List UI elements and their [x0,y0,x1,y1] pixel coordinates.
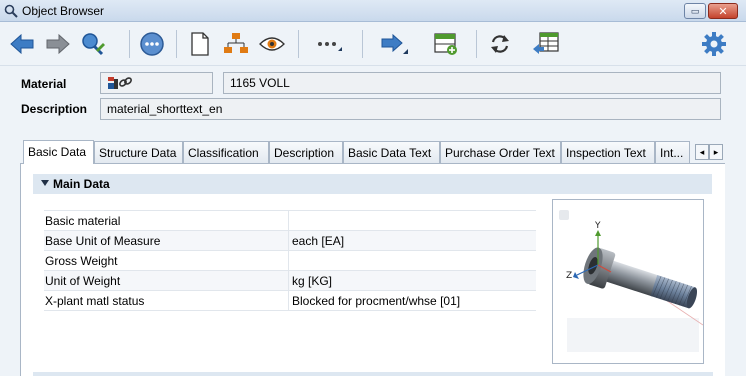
ellipsis-circle-icon [140,32,164,56]
tab-structure-data[interactable]: Structure Data [94,141,183,163]
tab-internal[interactable]: Int... [655,141,690,163]
basic-data-panel: Main Data Basic material Base Unit of Me… [20,164,725,376]
title-bar: Object Browser ▭ ✕ [0,0,746,22]
table-row: Gross Weight [44,251,536,271]
minimize-icon: ▭ [690,5,700,16]
tab-label: Basic Data [28,145,87,159]
tab-inspection-text[interactable]: Inspection Text [561,141,655,163]
forward-button[interactable] [44,30,72,58]
new-document-button[interactable] [186,30,214,58]
export-table-icon [533,32,559,54]
table-row: Basic material [44,211,536,231]
window-title: Object Browser [22,4,105,18]
tab-scroll-left-button[interactable]: ◂ [695,144,709,160]
tab-label: Int... [660,146,684,160]
row-label: Basic material [44,211,289,231]
row-label: Base Unit of Measure [44,231,289,251]
axis-y-label: Y [594,221,601,231]
collapse-arrow-icon [41,180,49,186]
row-value [290,251,536,271]
3d-preview[interactable]: Y Z [552,199,704,364]
row-value: each [EA] [292,234,345,248]
material-type-field [100,72,213,94]
main-data-table: Basic material Base Unit of Measure each… [44,200,536,311]
eye-icon [259,37,285,51]
minimize-button[interactable]: ▭ [684,3,706,19]
tab-basic-data[interactable]: Basic Data [23,140,94,164]
tab-label: Description [274,146,335,160]
tab-label: Basic Data Text [348,146,432,160]
refresh-button[interactable] [486,30,514,58]
close-button[interactable]: ✕ [708,3,738,19]
document-icon [191,32,209,56]
row-value: Blocked for procment/whse [01] [292,294,461,308]
table-row: X-plant matl status Blocked for procment… [44,291,536,311]
arrow-left-icon [10,33,34,55]
description-label: Description [21,102,88,116]
table-row [44,200,536,211]
menu-button[interactable] [314,30,342,58]
structure-button[interactable] [222,30,250,58]
export-button[interactable] [532,30,560,58]
dots-icon [318,42,342,51]
row-label: X-plant matl status [44,291,289,311]
tab-bar: Basic Data Structure Data Classification… [20,140,725,164]
tab-label: Structure Data [99,146,177,160]
section-title: Main Data [53,177,110,191]
material-label: Material [21,77,67,91]
close-icon: ✕ [718,5,728,18]
view-button[interactable] [258,30,286,58]
arrow-right-blue-icon [381,33,408,54]
row-value: kg [KG] [292,274,333,288]
table-row: Base Unit of Measure each [EA] [44,231,536,251]
back-button[interactable] [8,30,36,58]
tab-scroll-right-button[interactable]: ▸ [709,144,723,160]
hierarchy-icon [224,33,248,53]
row-label: Unit of Weight [44,271,289,291]
description-field: material_shorttext_en [100,98,721,120]
refresh-icon [491,35,509,53]
material-type-icon [108,77,132,89]
tab-label: Inspection Text [566,146,646,160]
table-row: Unit of Weight kg [KG] [44,271,536,291]
tab-purchase-order-text[interactable]: Purchase Order Text [440,141,561,163]
search-icon [4,4,18,18]
tab-label: Classification [188,146,259,160]
more-actions-button[interactable] [138,30,166,58]
bolt-3d-model-image: Y Z [553,200,704,363]
row-value [290,211,536,231]
tab-basic-data-text[interactable]: Basic Data Text [343,141,440,163]
next-section-header [33,372,713,376]
gear-icon [702,32,726,56]
tab-label: Purchase Order Text [445,146,555,160]
add-table-button[interactable] [432,30,460,58]
chevron-right-icon: ▸ [713,146,719,157]
row-label: Gross Weight [44,251,289,271]
toolbar [0,22,746,66]
edit-magnifier-icon [82,33,105,56]
material-number-field: 1165 VOLL [223,72,721,94]
settings-button[interactable] [700,30,728,58]
chevron-left-icon: ◂ [699,146,705,157]
main-data-section-header[interactable]: Main Data [33,174,712,194]
axis-z-label: Z [566,271,572,281]
tab-description[interactable]: Description [269,141,343,163]
tab-classification[interactable]: Classification [183,141,269,163]
edit-button[interactable] [78,30,106,58]
table-add-icon [434,33,457,55]
arrow-right-icon [46,33,70,55]
navigate-button[interactable] [380,30,408,58]
